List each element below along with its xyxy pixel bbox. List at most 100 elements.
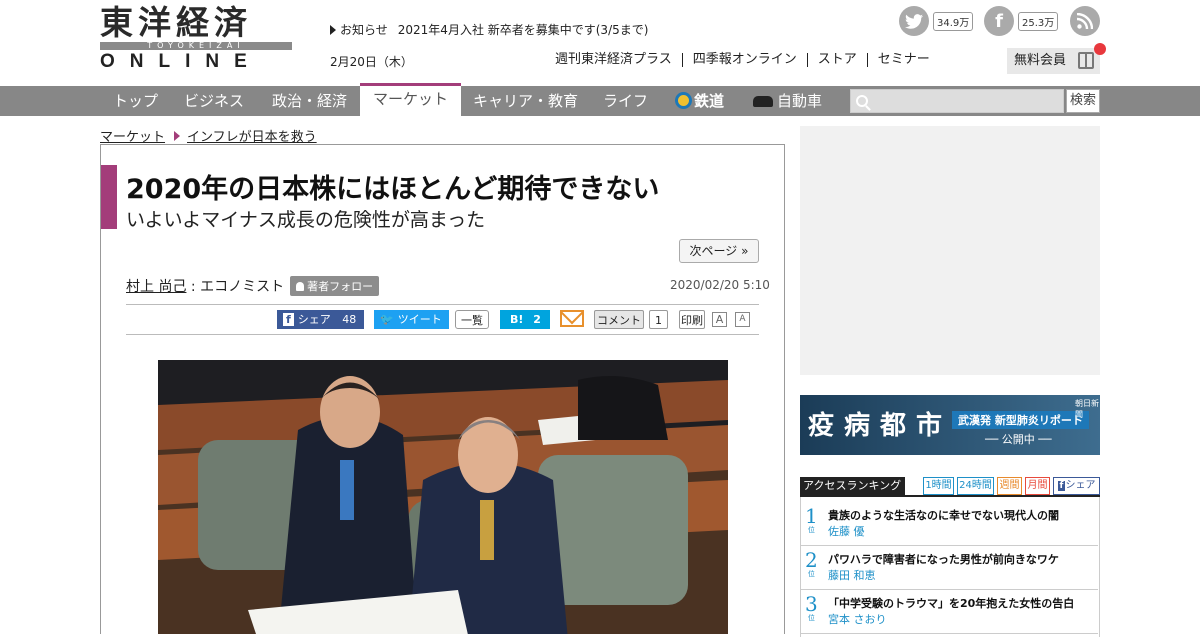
breadcrumb-item[interactable]: マーケット [100,130,165,145]
author-name[interactable]: 村上 尚己 [126,279,186,295]
follow-author-button[interactable]: 著者フォロー [290,276,380,296]
logo-jp: 東洋経済 [100,3,252,42]
nav-top[interactable]: トップ [113,86,158,116]
nav-automobile-label: 自動車 [777,92,823,110]
breadcrumb-item[interactable]: インフレが日本を救う [187,130,317,145]
font-size-large-button[interactable]: A [712,312,727,327]
rank-title: 貴族のような生活なのに幸せでない現代人の闇 [828,509,1059,522]
topnav-item[interactable]: セミナー [866,53,940,67]
topnav-item[interactable]: 週刊東洋経済プラス [545,53,682,67]
search-button[interactable]: 検索 [1066,89,1100,113]
title-accent-bar [101,165,117,229]
rank-number-value: 1 [805,504,818,528]
free-member-button[interactable]: 無料会員 [1007,43,1106,74]
rank-title: パワハラで障害者になった男性が前向きなワケ [828,553,1059,566]
nav-life[interactable]: ライフ [603,86,648,116]
header: 東洋経済 TOYOKEIZAI ONLINE お知らせ 2021年4月入社 新卒者… [0,0,1200,86]
ranking-tab-month[interactable]: 月間 [1025,477,1050,495]
ranking-tab-share[interactable]: f シェア [1053,477,1100,495]
rank-author: 宮本 さおり [828,613,887,626]
nav-railway-label: 鉄道 [694,92,725,110]
next-page-button[interactable]: 次ページ » [679,239,759,263]
facebook-icon: f [283,313,294,326]
facebook-share-button[interactable]: f シェア 48 [277,310,364,329]
rank-number-value: 2 [805,548,818,572]
twitter-follow[interactable]: 34.9万 [899,6,974,36]
ranking-tab-week[interactable]: 週間 [997,477,1022,495]
divider [126,334,759,335]
facebook-count: 25.3万 [1018,11,1059,31]
nav-career-education[interactable]: キャリア・教育 [473,86,578,116]
banner-title: 疫病都市 [808,411,953,441]
ad-space[interactable] [800,126,1100,375]
logo-band: TOYOKEIZAI [100,42,292,50]
rank-number: 1位 [805,505,818,534]
twitter-count: 34.9万 [933,11,974,31]
share-tab-label: シェア [1065,480,1096,491]
article: 2020年の日本株にはほとんど期待できない いよいよマイナス成長の危険性が高まっ… [100,144,785,634]
person-plus-icon [296,282,305,291]
train-icon [675,92,692,109]
twitter-icon [899,6,929,36]
nav-politics-economy[interactable]: 政治・経済 [272,86,347,116]
divider [126,304,759,305]
twitter-tweet-button[interactable]: 🐦 ツイート [374,310,449,329]
access-ranking: アクセスランキング 1時間 24時間 週間 月間 f シェア 1位 貴族のような生… [800,477,1100,637]
banner-subtitle: ── 公開中 ── [985,433,1052,446]
promo-banner[interactable]: 疫病都市 武漢発 新型肺炎リポート ── 公開中 ── 朝日新聞 [800,395,1100,455]
tweet-label: ツイート [397,313,442,326]
published-date: 2020/02/20 5:10 [670,278,770,292]
search-icon [856,95,868,107]
ranking-item[interactable]: 1位 貴族のような生活なのに幸せでない現代人の闇 佐藤 優 [800,502,1098,546]
rank-number: 2位 [805,549,818,578]
font-size-small-button[interactable]: A [735,312,750,327]
topnav-item[interactable]: 四季報オンライン [681,53,807,67]
nav-railway[interactable]: 鉄道 [675,86,724,116]
rss-link[interactable] [1070,6,1100,36]
comment-count: 1 [649,310,668,329]
twitter-icon: 🐦 [380,313,394,326]
free-member-label: 無料会員 [1014,53,1067,68]
comment-button[interactable]: コメント [594,310,644,329]
notice-label: お知らせ [340,23,388,37]
rank-author: 佐藤 優 [828,525,865,538]
current-date: 2月20日（木） [330,55,413,69]
gift-icon [1078,52,1094,69]
author-line: 村上 尚己 : エコノミスト 著者フォロー [126,276,380,296]
nav-automobile[interactable]: 自動車 [753,86,822,116]
ranking-item[interactable]: 2位 パワハラで障害者になった男性が前向きなワケ 藤田 和恵 [800,546,1098,590]
facebook-icon: f [984,6,1014,36]
topnav-item[interactable]: ストア [806,53,867,67]
ranking-title: アクセスランキング [800,477,905,495]
fb-share-count: 48 [342,313,357,326]
rank-unit: 位 [807,570,815,578]
rss-icon [1070,6,1100,36]
search-input[interactable] [850,89,1064,113]
nav-business[interactable]: ビジネス [184,86,244,116]
top-nav: 週刊東洋経済プラス 四季報オンライン ストア セミナー [545,53,940,67]
author-role: : エコノミスト [186,279,285,295]
article-photo [158,360,728,634]
facebook-follow[interactable]: f 25.3万 [984,6,1059,36]
hatena-bookmark-button[interactable]: B! 2 [500,310,550,329]
print-button[interactable]: 印刷 [679,310,705,329]
site-logo[interactable]: 東洋経済 TOYOKEIZAI ONLINE [100,3,292,72]
hatena-label: B! [510,313,524,326]
follow-label: 著者フォロー [307,280,374,293]
tweet-list-link[interactable]: 一覧 [455,310,489,329]
nav-market[interactable]: マーケット [360,83,462,116]
notice[interactable]: お知らせ 2021年4月入社 新卒者を募集中です(3/5まで) [330,21,658,38]
banner-tag: 武漢発 新型肺炎リポート [952,411,1089,429]
ranking-tab-24h[interactable]: 24時間 [957,477,994,495]
notification-dot [1094,43,1106,55]
ranking-divider [800,495,1100,497]
ranking-tab-1h[interactable]: 1時間 [923,477,954,495]
rank-unit: 位 [807,614,815,622]
fb-share-label: シェア [297,313,331,326]
rank-title: 「中学受験のトラウマ」を20年抱えた女性の告白 [828,597,1075,610]
banner-mark: 朝日新聞 [1075,399,1099,419]
notice-text[interactable]: 2021年4月入社 新卒者を募集中です(3/5まで) [398,23,649,37]
arrow-right-icon [174,131,181,141]
ranking-item[interactable]: 3位 「中学受験のトラウマ」を20年抱えた女性の告白 宮本 さおり [800,590,1098,634]
mail-icon[interactable] [560,310,584,327]
